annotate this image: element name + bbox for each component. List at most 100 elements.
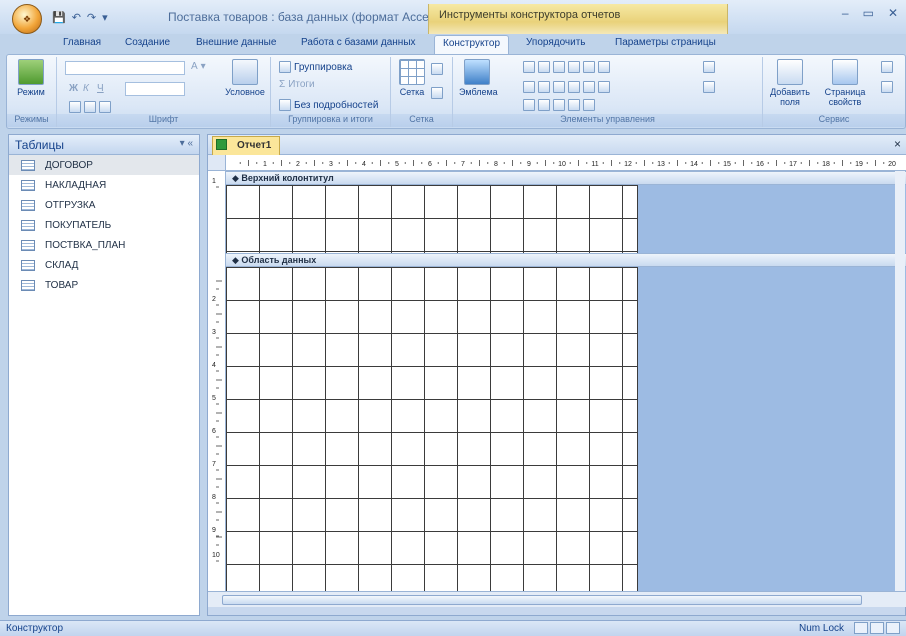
ruler-label: 19: [855, 161, 863, 168]
tab-design[interactable]: Конструктор: [434, 35, 510, 55]
group-grouping: Группировка Σ Итоги Без подробностей Груп…: [271, 57, 391, 127]
ruler-label: 20: [888, 161, 896, 168]
totals-button[interactable]: Σ Итоги: [279, 79, 315, 90]
details-icon: [279, 99, 291, 111]
horizontal-scroll-thumb[interactable]: [222, 595, 862, 605]
select-pointer-button[interactable]: [703, 61, 715, 73]
ruler-label: 13: [657, 161, 665, 168]
controls-row-1[interactable]: [523, 61, 610, 73]
nav-header[interactable]: Таблицы ▾ «: [9, 135, 199, 155]
align-buttons[interactable]: [69, 101, 111, 113]
save-icon[interactable]: 💾: [52, 11, 66, 24]
property-sheet-button[interactable]: Страница свойств: [819, 59, 871, 107]
tab-external-data[interactable]: Внешние данные: [188, 35, 284, 54]
grid-icon: [399, 59, 425, 85]
bound-frame-icon: [568, 99, 580, 111]
navigation-pane: Таблицы ▾ « ДОГОВОР НАКЛАДНАЯ ОТГРУЗКА П…: [8, 134, 200, 616]
table-icon: [21, 259, 35, 271]
office-button[interactable]: ❖: [12, 4, 42, 34]
view-switcher: [854, 622, 900, 634]
ruler-corner-selector[interactable]: [208, 155, 226, 171]
italic-button[interactable]: К: [83, 83, 89, 94]
wand-icon: [703, 81, 715, 93]
conditional-format-button[interactable]: Условное: [225, 59, 265, 97]
horizontal-scrollbar[interactable]: [208, 591, 906, 607]
nav-item-pokupatel[interactable]: ПОКУПАТЕЛЬ: [9, 215, 199, 235]
status-bar: Конструктор Num Lock: [0, 620, 906, 636]
nav-item-otgruzka[interactable]: ОТГРУЗКА: [9, 195, 199, 215]
tab-create[interactable]: Создание: [117, 35, 178, 54]
hide-details-button[interactable]: Без подробностей: [279, 99, 378, 111]
horizontal-ruler[interactable]: 1 2 3 4 5 6 7 8 9 10 11 12 13 14 15 16 17 18 19 20: [226, 155, 906, 171]
controls-row-2[interactable]: [523, 81, 610, 93]
tab-database-tools[interactable]: Работа с базами данных: [293, 35, 424, 54]
nav-controls[interactable]: ▾ «: [180, 138, 193, 151]
bold-button[interactable]: Ж: [69, 83, 78, 94]
font-size-select[interactable]: [125, 82, 185, 96]
tab-arrange[interactable]: Упорядочить: [518, 35, 594, 54]
ruler-label: 8: [494, 161, 498, 168]
controls-row-3[interactable]: [523, 99, 595, 111]
view-design-icon[interactable]: [886, 622, 900, 634]
grid-lines-button[interactable]: [431, 63, 443, 75]
page-header-section-grid[interactable]: [226, 185, 638, 253]
report-icon: [216, 139, 227, 150]
grid-width-button[interactable]: [431, 87, 443, 99]
group-label-modes: Режимы: [7, 114, 56, 127]
underline-button[interactable]: Ч: [97, 83, 104, 94]
view-layout-icon[interactable]: [870, 622, 884, 634]
add-fields-button[interactable]: Добавить поля: [765, 59, 815, 107]
nav-item-nakladnaya[interactable]: НАКЛАДНАЯ: [9, 175, 199, 195]
group-label-grid: Сетка: [391, 114, 452, 127]
logo-icon: [464, 59, 490, 85]
ruler-label: 17: [789, 161, 797, 168]
ruler-label: 3: [212, 329, 216, 336]
font-grow-button[interactable]: A ▾: [191, 61, 206, 72]
maximize-button[interactable]: ▭: [863, 6, 874, 20]
ruler-label: 7: [212, 461, 216, 468]
combo-control-icon: [523, 81, 535, 93]
group-sort-button[interactable]: Группировка: [279, 61, 352, 73]
vertical-ruler[interactable]: 1 2 3 4 5 6 7 8 9 10: [208, 171, 226, 591]
document-close-button[interactable]: ×: [894, 137, 901, 151]
ruler-label: 16: [756, 161, 764, 168]
tab-page-setup[interactable]: Параметры страницы: [607, 35, 724, 54]
table-icon: [21, 179, 35, 191]
wizard-button[interactable]: [703, 81, 715, 93]
option-control-icon: [538, 99, 550, 111]
macro-button[interactable]: [881, 81, 893, 93]
ruler-label: 6: [428, 161, 432, 168]
quick-access-toolbar: 💾 ↶ ↷ ▾: [52, 8, 108, 26]
minimize-button[interactable]: –: [842, 6, 849, 20]
mode-button[interactable]: Режим: [13, 59, 49, 97]
window-title: Поставка товаров : база данных (формат A…: [168, 10, 445, 24]
ruler-label: 1: [263, 161, 267, 168]
nav-item-postavka-plan[interactable]: ПОСТВКА_ПЛАН: [9, 235, 199, 255]
tab-home[interactable]: Главная: [55, 35, 109, 54]
grid-button[interactable]: Сетка: [397, 59, 427, 97]
table-icon: [21, 279, 35, 291]
detail-section-grid[interactable]: [226, 267, 638, 591]
view-report-icon[interactable]: [854, 622, 868, 634]
rectangle-control-icon: [568, 61, 580, 73]
redo-icon[interactable]: ↷: [87, 11, 96, 24]
ruler-label: 7: [461, 161, 465, 168]
code-button[interactable]: [881, 61, 893, 73]
nav-item-sklad[interactable]: СКЛАД: [9, 255, 199, 275]
logo-button[interactable]: Эмблема: [459, 59, 498, 97]
undo-icon[interactable]: ↶: [72, 11, 81, 24]
close-button[interactable]: ✕: [888, 6, 898, 20]
checkbox-control-icon: [538, 81, 550, 93]
list-control-icon: [598, 61, 610, 73]
qat-customize-icon[interactable]: ▾: [102, 11, 108, 24]
nav-item-tovar[interactable]: ТОВАР: [9, 275, 199, 295]
section-header-page-header[interactable]: ◆ Верхний колонтитул: [226, 171, 906, 185]
section-header-detail[interactable]: ◆ Область данных: [226, 253, 906, 267]
font-name-select[interactable]: [65, 61, 185, 75]
ruler-label: 10: [558, 161, 566, 168]
nav-item-dogovor[interactable]: ДОГОВОР: [9, 155, 199, 175]
vertical-scrollbar[interactable]: [895, 171, 905, 591]
ruler-label: 2: [296, 161, 300, 168]
image-control-icon: [568, 81, 580, 93]
ruler-label: 9: [212, 527, 216, 534]
